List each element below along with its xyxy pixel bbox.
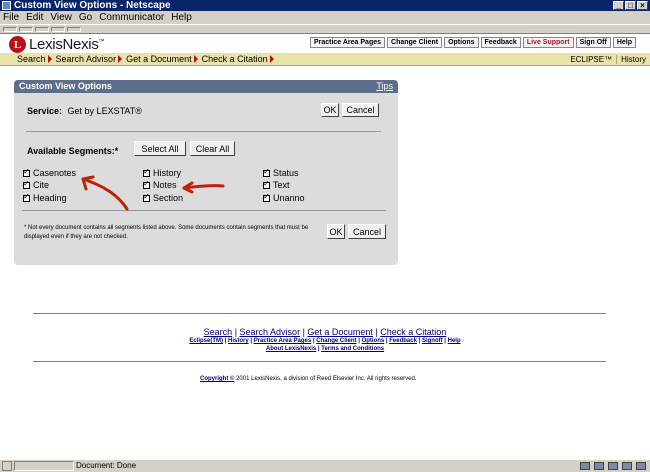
- addressbook-icon[interactable]: [636, 462, 646, 470]
- footer-primary-links: Search | Search Advisor | Get a Document…: [203, 327, 447, 337]
- footer-feedback-link[interactable]: Feedback: [389, 338, 417, 344]
- red-annotation-arrow: [81, 175, 129, 211]
- footer-practice-area-link[interactable]: Practice Area Pages: [254, 338, 311, 344]
- terms-conditions-link[interactable]: Terms and Conditions: [321, 346, 384, 352]
- footer-history-link[interactable]: History: [228, 338, 249, 344]
- annotation-overlay: [81, 175, 225, 211]
- red-annotation-arrow: [182, 181, 225, 194]
- discussion-icon[interactable]: [608, 462, 618, 470]
- footer-change-client-link[interactable]: Change Client: [316, 338, 356, 344]
- footer-divider: [33, 361, 606, 362]
- footer-divider: [33, 313, 606, 314]
- composer-icon[interactable]: [622, 462, 632, 470]
- footer-signoff-link[interactable]: Signoff: [422, 338, 443, 344]
- copyright-notice: Copyright © 2001 LexisNexis, a division …: [200, 376, 417, 382]
- component-bar: [580, 462, 646, 470]
- copyright-text: 2001 LexisNexis, a division of Reed Else…: [236, 376, 417, 382]
- copyright-link[interactable]: Copyright ©: [200, 376, 234, 382]
- security-lock-icon[interactable]: [2, 461, 12, 471]
- status-bar: Document: Done: [0, 459, 650, 472]
- footer-help-link[interactable]: Help: [448, 338, 461, 344]
- footer-get-document-link[interactable]: Get a Document: [307, 327, 373, 337]
- about-lexisnexis-link[interactable]: About LexisNexis: [266, 346, 316, 352]
- footer-eclipse-link[interactable]: Eclipse(TM): [189, 338, 223, 344]
- progress-bar: [14, 461, 74, 471]
- footer-search-advisor-link[interactable]: Search Advisor: [240, 327, 301, 337]
- footer-search-link[interactable]: Search: [204, 327, 233, 337]
- footer-secondary-links: Eclipse(TM) | History | Practice Area Pa…: [189, 338, 461, 344]
- footer-check-citation-link[interactable]: Check a Citation: [380, 327, 446, 337]
- navigator-icon[interactable]: [580, 462, 590, 470]
- mail-icon[interactable]: [594, 462, 604, 470]
- status-text: Document: Done: [76, 461, 137, 470]
- footer-tertiary-links: About LexisNexis | Terms and Conditions: [265, 346, 385, 352]
- footer-options-link[interactable]: Options: [362, 338, 385, 344]
